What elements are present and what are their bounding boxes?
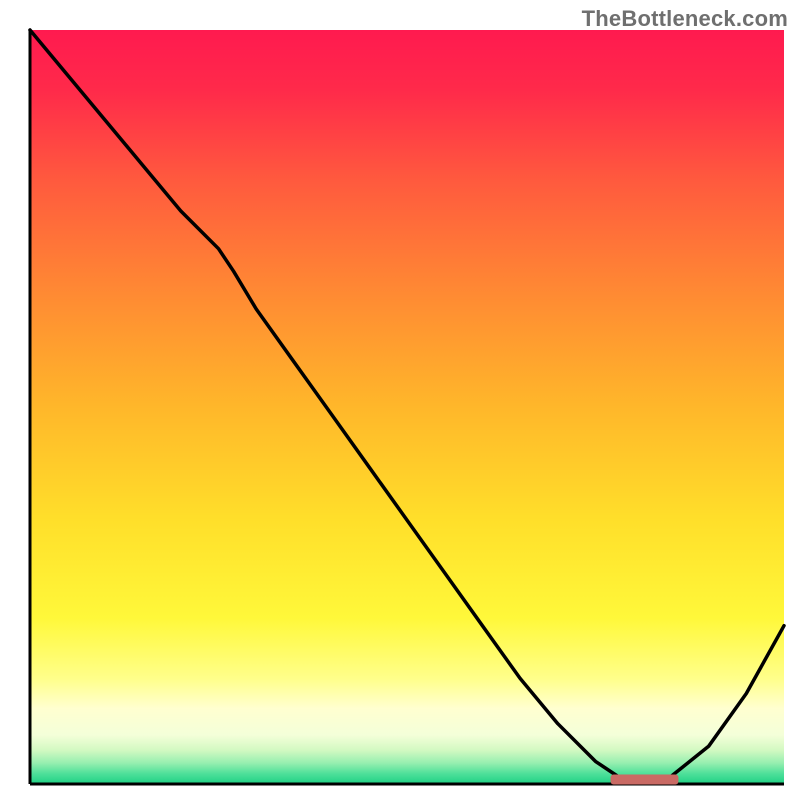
- chart-container: TheBottleneck.com: [0, 0, 800, 800]
- plot-background: [30, 30, 784, 784]
- optimal-range-marker: [611, 774, 679, 784]
- bottleneck-chart: [0, 0, 800, 800]
- watermark-text: TheBottleneck.com: [582, 6, 788, 32]
